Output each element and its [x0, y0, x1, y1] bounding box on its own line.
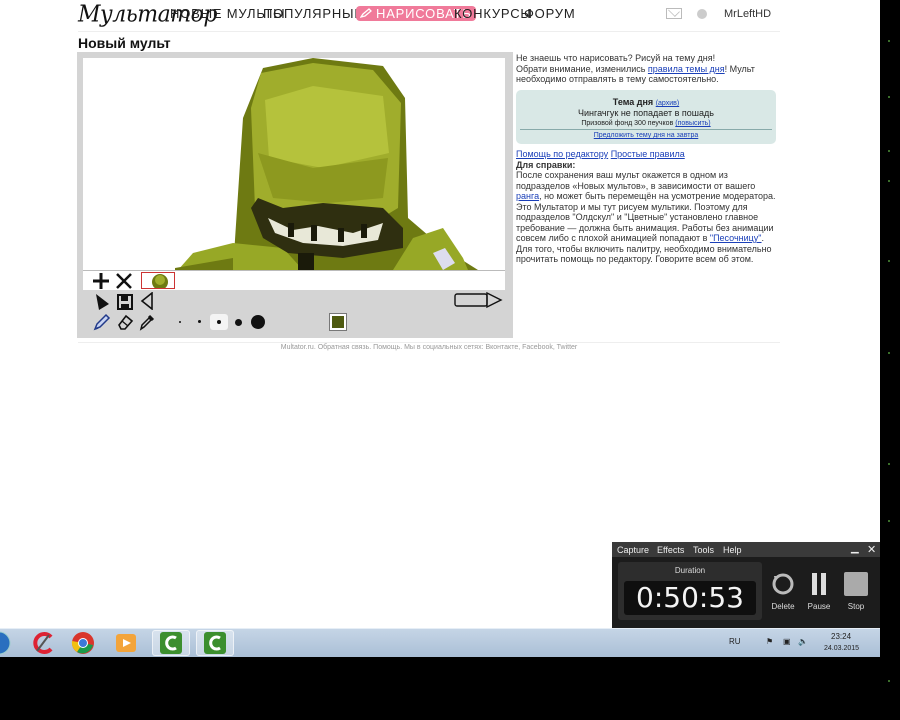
- intro-text: Не знаешь что нарисовать? Рисуй на тему …: [516, 53, 716, 63]
- stop-label: Stop: [847, 602, 865, 611]
- pause-label: Pause: [807, 602, 831, 611]
- delete-button[interactable]: Delete: [766, 572, 800, 616]
- add-frame-icon[interactable]: [91, 271, 111, 291]
- taskbar-ccleaner-icon[interactable]: [24, 630, 62, 656]
- theme-prize: Призовой фонд 300 пеучков: [581, 120, 674, 127]
- simple-rules-link[interactable]: Простые правила: [611, 149, 685, 159]
- start-button[interactable]: [0, 630, 18, 656]
- current-color-swatch[interactable]: [329, 313, 347, 331]
- reference-p1: После сохранения ваш мульт окажется в од…: [516, 170, 756, 191]
- sandbox-link[interactable]: "Песочницу": [710, 233, 762, 243]
- taskbar-camtasia-icon[interactable]: [152, 630, 190, 656]
- menu-help[interactable]: Help: [723, 545, 742, 555]
- flag-icon[interactable]: ⚑: [766, 637, 773, 646]
- pencil-icon[interactable]: [92, 312, 112, 332]
- reference-p1-end: , но может быть перемещён на усмотрение …: [539, 191, 776, 201]
- header-divider: [78, 31, 780, 32]
- delete-frame-icon[interactable]: [114, 271, 134, 291]
- brush-size-large[interactable]: [235, 319, 242, 326]
- close-icon[interactable]: ✕: [867, 543, 876, 556]
- footer: Multator.ru. Обратная связь. Помощь. Мы …: [280, 344, 578, 351]
- reference-p2-end: .: [761, 233, 765, 243]
- frame-timeline[interactable]: [83, 270, 505, 290]
- reference-p3: Для того, чтобы включить палитру, необхо…: [516, 243, 772, 265]
- frame-thumbnail[interactable]: [141, 272, 175, 289]
- pipette-icon[interactable]: [137, 312, 157, 332]
- reference-section: Помощь по редактору Простые правила Для …: [516, 149, 778, 265]
- back-icon[interactable]: [137, 291, 157, 311]
- stop-icon: [844, 572, 868, 596]
- menu-effects[interactable]: Effects: [657, 545, 684, 555]
- nav-popular[interactable]: Популярные: [263, 6, 364, 21]
- recorder-menu: Capture Effects Tools Help ▁ ✕: [612, 542, 880, 557]
- intro-text-2: Обрати внимание, изменились: [516, 63, 646, 74]
- delete-label: Delete: [771, 602, 795, 611]
- theme-archive-link[interactable]: (архив): [656, 100, 680, 107]
- pause-icon: [812, 573, 826, 595]
- play-icon[interactable]: [92, 292, 112, 312]
- save-icon[interactable]: [115, 292, 135, 312]
- theme-text: Чингачгук не попадает в пошадь: [578, 108, 714, 118]
- desktop-edge: [880, 0, 900, 720]
- language-indicator[interactable]: RU: [729, 637, 741, 646]
- monitor-icon[interactable]: ▣: [783, 637, 791, 646]
- menu-capture[interactable]: Capture: [617, 545, 649, 555]
- recorder-widget: Capture Effects Tools Help ▁ ✕ Duration …: [612, 542, 880, 628]
- rank-link[interactable]: ранга: [516, 191, 539, 201]
- duration-time: 0:50:53: [624, 581, 756, 615]
- volume-icon[interactable]: 🔈: [798, 637, 808, 646]
- send-icon[interactable]: [453, 290, 503, 310]
- brush-size-small[interactable]: [198, 320, 201, 323]
- brush-size-tiny[interactable]: [179, 321, 181, 323]
- menu-tools[interactable]: Tools: [693, 545, 714, 555]
- browser-page: Мультатор Новые мульты Популярные Нарисо…: [0, 0, 880, 657]
- nav-forum[interactable]: Форум: [524, 6, 575, 21]
- canvas-drawing: [175, 58, 478, 270]
- taskbar: RU ⚑ ▣ 🔈 23:24 24.03.2015: [0, 628, 880, 657]
- nav-contests[interactable]: Конкурсы: [454, 6, 533, 21]
- clock-date[interactable]: 24.03.2015: [824, 645, 859, 652]
- username-link[interactable]: MrLeftHD: [724, 8, 771, 20]
- user-status-icon: [697, 9, 707, 19]
- duration-panel: Duration 0:50:53: [618, 562, 762, 620]
- taskbar-chrome-icon[interactable]: [64, 630, 102, 656]
- raise-prize-link[interactable]: (повысить): [675, 120, 710, 127]
- footer-divider: [78, 342, 780, 343]
- taskbar-camtasia-recorder-icon[interactable]: [196, 630, 234, 656]
- eraser-icon[interactable]: [115, 312, 135, 332]
- minimize-icon[interactable]: ▁: [851, 543, 859, 554]
- brush-size-medium[interactable]: [217, 320, 221, 324]
- page-title: Новый мульт: [78, 35, 171, 51]
- taskbar-media-player-icon[interactable]: [107, 630, 145, 656]
- brush-size-xlarge[interactable]: [251, 315, 265, 329]
- theme-of-day-box: Тема дня (архив) Чингачгук не попадает в…: [516, 90, 776, 144]
- duration-label: Duration: [674, 566, 706, 575]
- reference-title: Для справки:: [516, 159, 576, 170]
- theme-title: Тема дня: [612, 97, 654, 107]
- theme-intro: Не знаешь что нарисовать? Рисуй на тему …: [516, 53, 778, 85]
- mail-icon[interactable]: [666, 8, 682, 19]
- clock-time[interactable]: 23:24: [831, 632, 851, 641]
- delete-icon: [772, 573, 794, 595]
- theme-rules-link[interactable]: правила темы дня: [648, 64, 725, 74]
- editor-help-link[interactable]: Помощь по редактору: [516, 149, 608, 159]
- stop-button[interactable]: Stop: [839, 572, 873, 616]
- pause-button[interactable]: Pause: [802, 572, 836, 616]
- pencil-icon: [360, 8, 372, 18]
- drawing-canvas[interactable]: [83, 58, 505, 270]
- animation-editor: [77, 52, 513, 338]
- theme-divider: [520, 129, 772, 130]
- suggest-theme-link[interactable]: Предложить тему дня на завтра: [594, 132, 699, 139]
